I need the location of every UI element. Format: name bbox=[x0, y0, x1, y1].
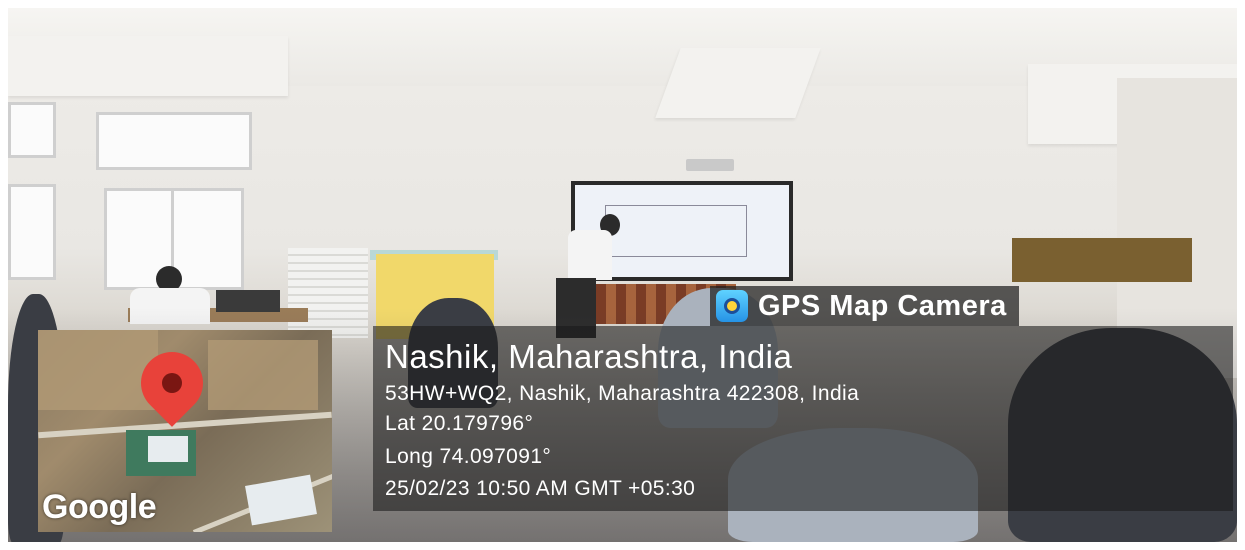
map-field bbox=[208, 340, 318, 410]
location-pin-dot bbox=[162, 373, 182, 393]
projector bbox=[686, 159, 734, 171]
map-thumbnail: Google bbox=[38, 330, 332, 532]
window bbox=[8, 184, 56, 280]
gps-camera-header: GPS Map Camera bbox=[710, 286, 1019, 326]
ceiling-beam bbox=[8, 36, 288, 96]
app-name: GPS Map Camera bbox=[758, 289, 1007, 322]
google-attribution: Google bbox=[42, 488, 157, 526]
map-building bbox=[148, 436, 188, 462]
map-field bbox=[38, 330, 158, 410]
longitude: Long 74.097091° bbox=[385, 445, 552, 468]
gps-map-camera-app-icon bbox=[716, 290, 748, 322]
place-name: Nashik, Maharashtra, India bbox=[385, 338, 793, 375]
screenshot-frame: GPS Map Camera Nashik, Maharashtra, Indi… bbox=[0, 0, 1245, 550]
latitude: Lat 20.179796° bbox=[385, 412, 534, 435]
address-line: 53HW+WQ2, Nashik, Maharashtra 422308, In… bbox=[385, 382, 860, 405]
ceiling-beam bbox=[655, 48, 821, 118]
presenter bbox=[568, 230, 612, 280]
window bbox=[96, 112, 252, 170]
window bbox=[8, 102, 56, 158]
map-building bbox=[245, 474, 317, 526]
portrait-frames bbox=[1012, 238, 1192, 282]
datetime: 25/02/23 10:50 AM GMT +05:30 bbox=[385, 477, 696, 500]
